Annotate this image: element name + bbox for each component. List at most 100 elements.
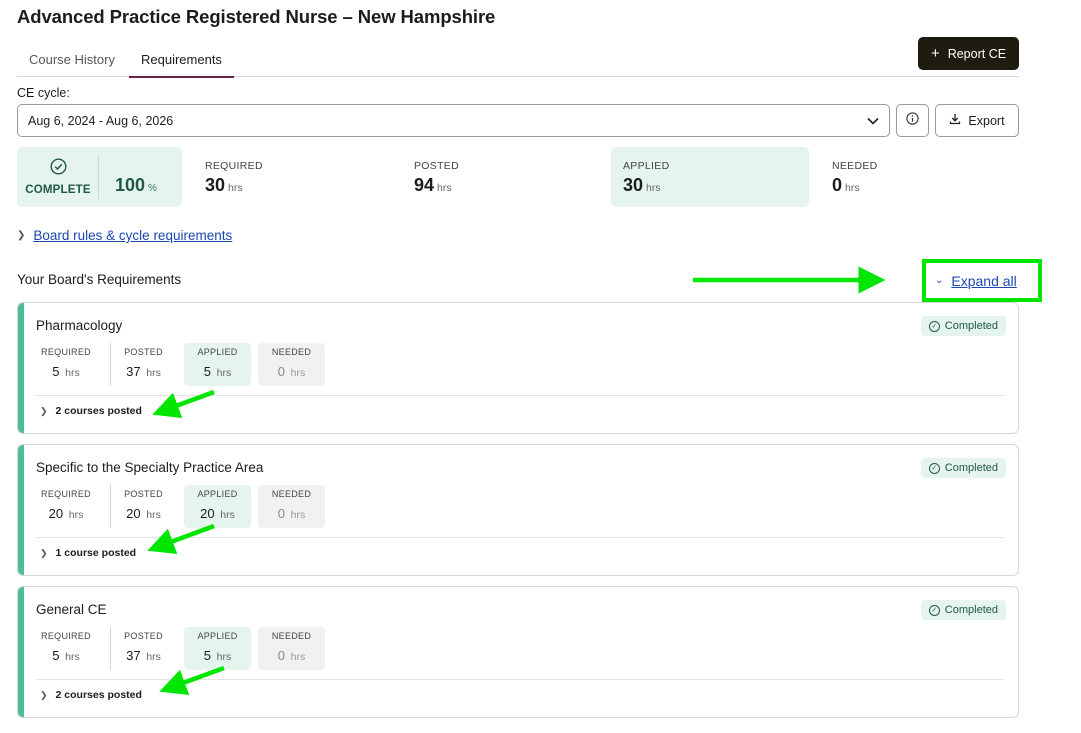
summary-needed-value: 0 hrs (832, 175, 860, 196)
required-number: 20 (48, 506, 64, 521)
check-circle-icon: ✓ (928, 604, 940, 616)
expand-all-highlight: ⌄ Expand all (922, 259, 1042, 302)
posted-value: 20 hrs (116, 506, 171, 521)
applied-label: APPLIED (197, 631, 238, 641)
status-bar (18, 587, 24, 717)
tab-requirements[interactable]: Requirements (129, 52, 234, 78)
board-rules-toggle[interactable]: ❯ Board rules & cycle requirements (17, 228, 232, 243)
courses-posted-toggle[interactable]: ❯ 2 courses posted (40, 405, 142, 417)
needed-stat: NEEDED 0 hrs (258, 485, 325, 528)
status-badge: ✓ Completed (920, 600, 1006, 620)
required-number: 5 (52, 364, 60, 379)
summary-required-number: 30 (205, 175, 226, 195)
hrs-unit: hrs (216, 651, 232, 663)
hrs-unit: hrs (216, 367, 232, 379)
summary-applied-label: APPLIED (623, 160, 670, 172)
expand-all-link[interactable]: Expand all (951, 273, 1016, 289)
summary-applied-value: 30 hrs (623, 175, 661, 196)
chevron-right-icon: ❯ (40, 405, 48, 416)
status-badge-label: Completed (944, 604, 998, 616)
needed-value: 0 hrs (258, 506, 325, 521)
posted-value: 37 hrs (116, 364, 171, 379)
requirement-title: General CE (36, 602, 107, 617)
applied-value: 5 hrs (184, 648, 251, 663)
applied-stat: APPLIED 5 hrs (184, 627, 251, 670)
required-label: REQUIRED (41, 631, 91, 641)
posted-stat: POSTED 37 hrs (116, 343, 171, 386)
applied-label: APPLIED (197, 347, 238, 357)
requirement-card: Specific to the Specialty Practice Area … (17, 444, 1019, 576)
summary-posted-label: POSTED (414, 160, 459, 172)
check-circle-icon (49, 158, 67, 180)
info-icon (906, 111, 919, 130)
summary-divider (98, 155, 99, 199)
status-badge: ✓ Completed (920, 316, 1006, 336)
summary-unit: hrs (437, 182, 452, 194)
completion-summary: COMPLETE 100% (17, 147, 182, 207)
hrs-unit: hrs (146, 509, 161, 521)
status-badge-label: Completed (944, 320, 998, 332)
needed-number: 0 (277, 364, 285, 379)
check-circle-icon: ✓ (928, 320, 940, 332)
completion-status: COMPLETE (25, 184, 91, 196)
summary-applied-number: 30 (623, 175, 644, 195)
hrs-unit: hrs (220, 509, 235, 521)
required-label: REQUIRED (41, 347, 91, 357)
summary-applied: APPLIED 30 hrs (611, 147, 809, 207)
applied-stat: APPLIED 20 hrs (184, 485, 251, 528)
status-bar (18, 445, 24, 575)
status-badge-label: Completed (944, 462, 998, 474)
needed-label: NEEDED (271, 631, 312, 641)
chevron-right-icon: ❯ (40, 689, 48, 700)
posted-label: POSTED (124, 489, 163, 499)
applied-label: APPLIED (197, 489, 238, 499)
posted-label: POSTED (124, 347, 163, 357)
hrs-unit: hrs (290, 367, 306, 379)
tab-course-history[interactable]: Course History (29, 52, 115, 67)
cycle-info-button[interactable] (896, 104, 929, 137)
requirement-title: Specific to the Specialty Practice Area (36, 460, 264, 475)
chevron-right-icon: ❯ (40, 547, 48, 558)
required-stat: REQUIRED 5 hrs (36, 627, 96, 670)
needed-stat: NEEDED 0 hrs (258, 627, 325, 670)
hrs-unit: hrs (146, 651, 161, 663)
ce-cycle-value: Aug 6, 2024 - Aug 6, 2026 (28, 113, 174, 128)
stat-divider (110, 485, 111, 528)
hrs-unit: hrs (146, 367, 161, 379)
summary-posted-value: 94 hrs (414, 175, 452, 196)
summary-posted-number: 94 (414, 175, 435, 195)
needed-label: NEEDED (271, 489, 312, 499)
stat-divider (110, 343, 111, 386)
report-ce-label: Report CE (947, 46, 1007, 61)
courses-posted-label: 2 courses posted (55, 405, 142, 417)
applied-number: 5 (203, 648, 211, 663)
report-ce-button[interactable]: + Report CE (918, 37, 1019, 70)
requirement-card: General CE ✓ Completed REQUIRED 5 hrs PO… (17, 586, 1019, 718)
needed-stat: NEEDED 0 hrs (258, 343, 325, 386)
card-divider (36, 395, 1004, 396)
export-button[interactable]: Export (935, 104, 1019, 137)
hrs-unit: hrs (290, 509, 306, 521)
required-number: 5 (52, 648, 60, 663)
card-divider (36, 679, 1004, 680)
ce-cycle-select[interactable]: Aug 6, 2024 - Aug 6, 2026 (17, 104, 890, 137)
requirement-card: Pharmacology ✓ Completed REQUIRED 5 hrs … (17, 302, 1019, 434)
download-icon (949, 113, 961, 128)
courses-posted-toggle[interactable]: ❯ 2 courses posted (40, 689, 142, 701)
courses-posted-toggle[interactable]: ❯ 1 course posted (40, 547, 136, 559)
page-title: Advanced Practice Registered Nurse – New… (17, 6, 496, 27)
needed-label: NEEDED (271, 347, 312, 357)
board-rules-link[interactable]: Board rules & cycle requirements (33, 228, 232, 243)
posted-number: 37 (126, 364, 141, 379)
summary-required-value: 30 hrs (205, 175, 243, 196)
posted-label: POSTED (124, 631, 163, 641)
ce-cycle-label: CE cycle: (17, 86, 70, 100)
required-label: REQUIRED (41, 489, 91, 499)
needed-number: 0 (277, 648, 285, 663)
required-stat: REQUIRED 20 hrs (36, 485, 96, 528)
courses-posted-label: 1 course posted (55, 547, 137, 559)
export-label: Export (968, 113, 1005, 128)
posted-stat: POSTED 37 hrs (116, 627, 171, 670)
posted-value: 37 hrs (116, 648, 171, 663)
chevron-right-icon: ❯ (17, 230, 26, 241)
